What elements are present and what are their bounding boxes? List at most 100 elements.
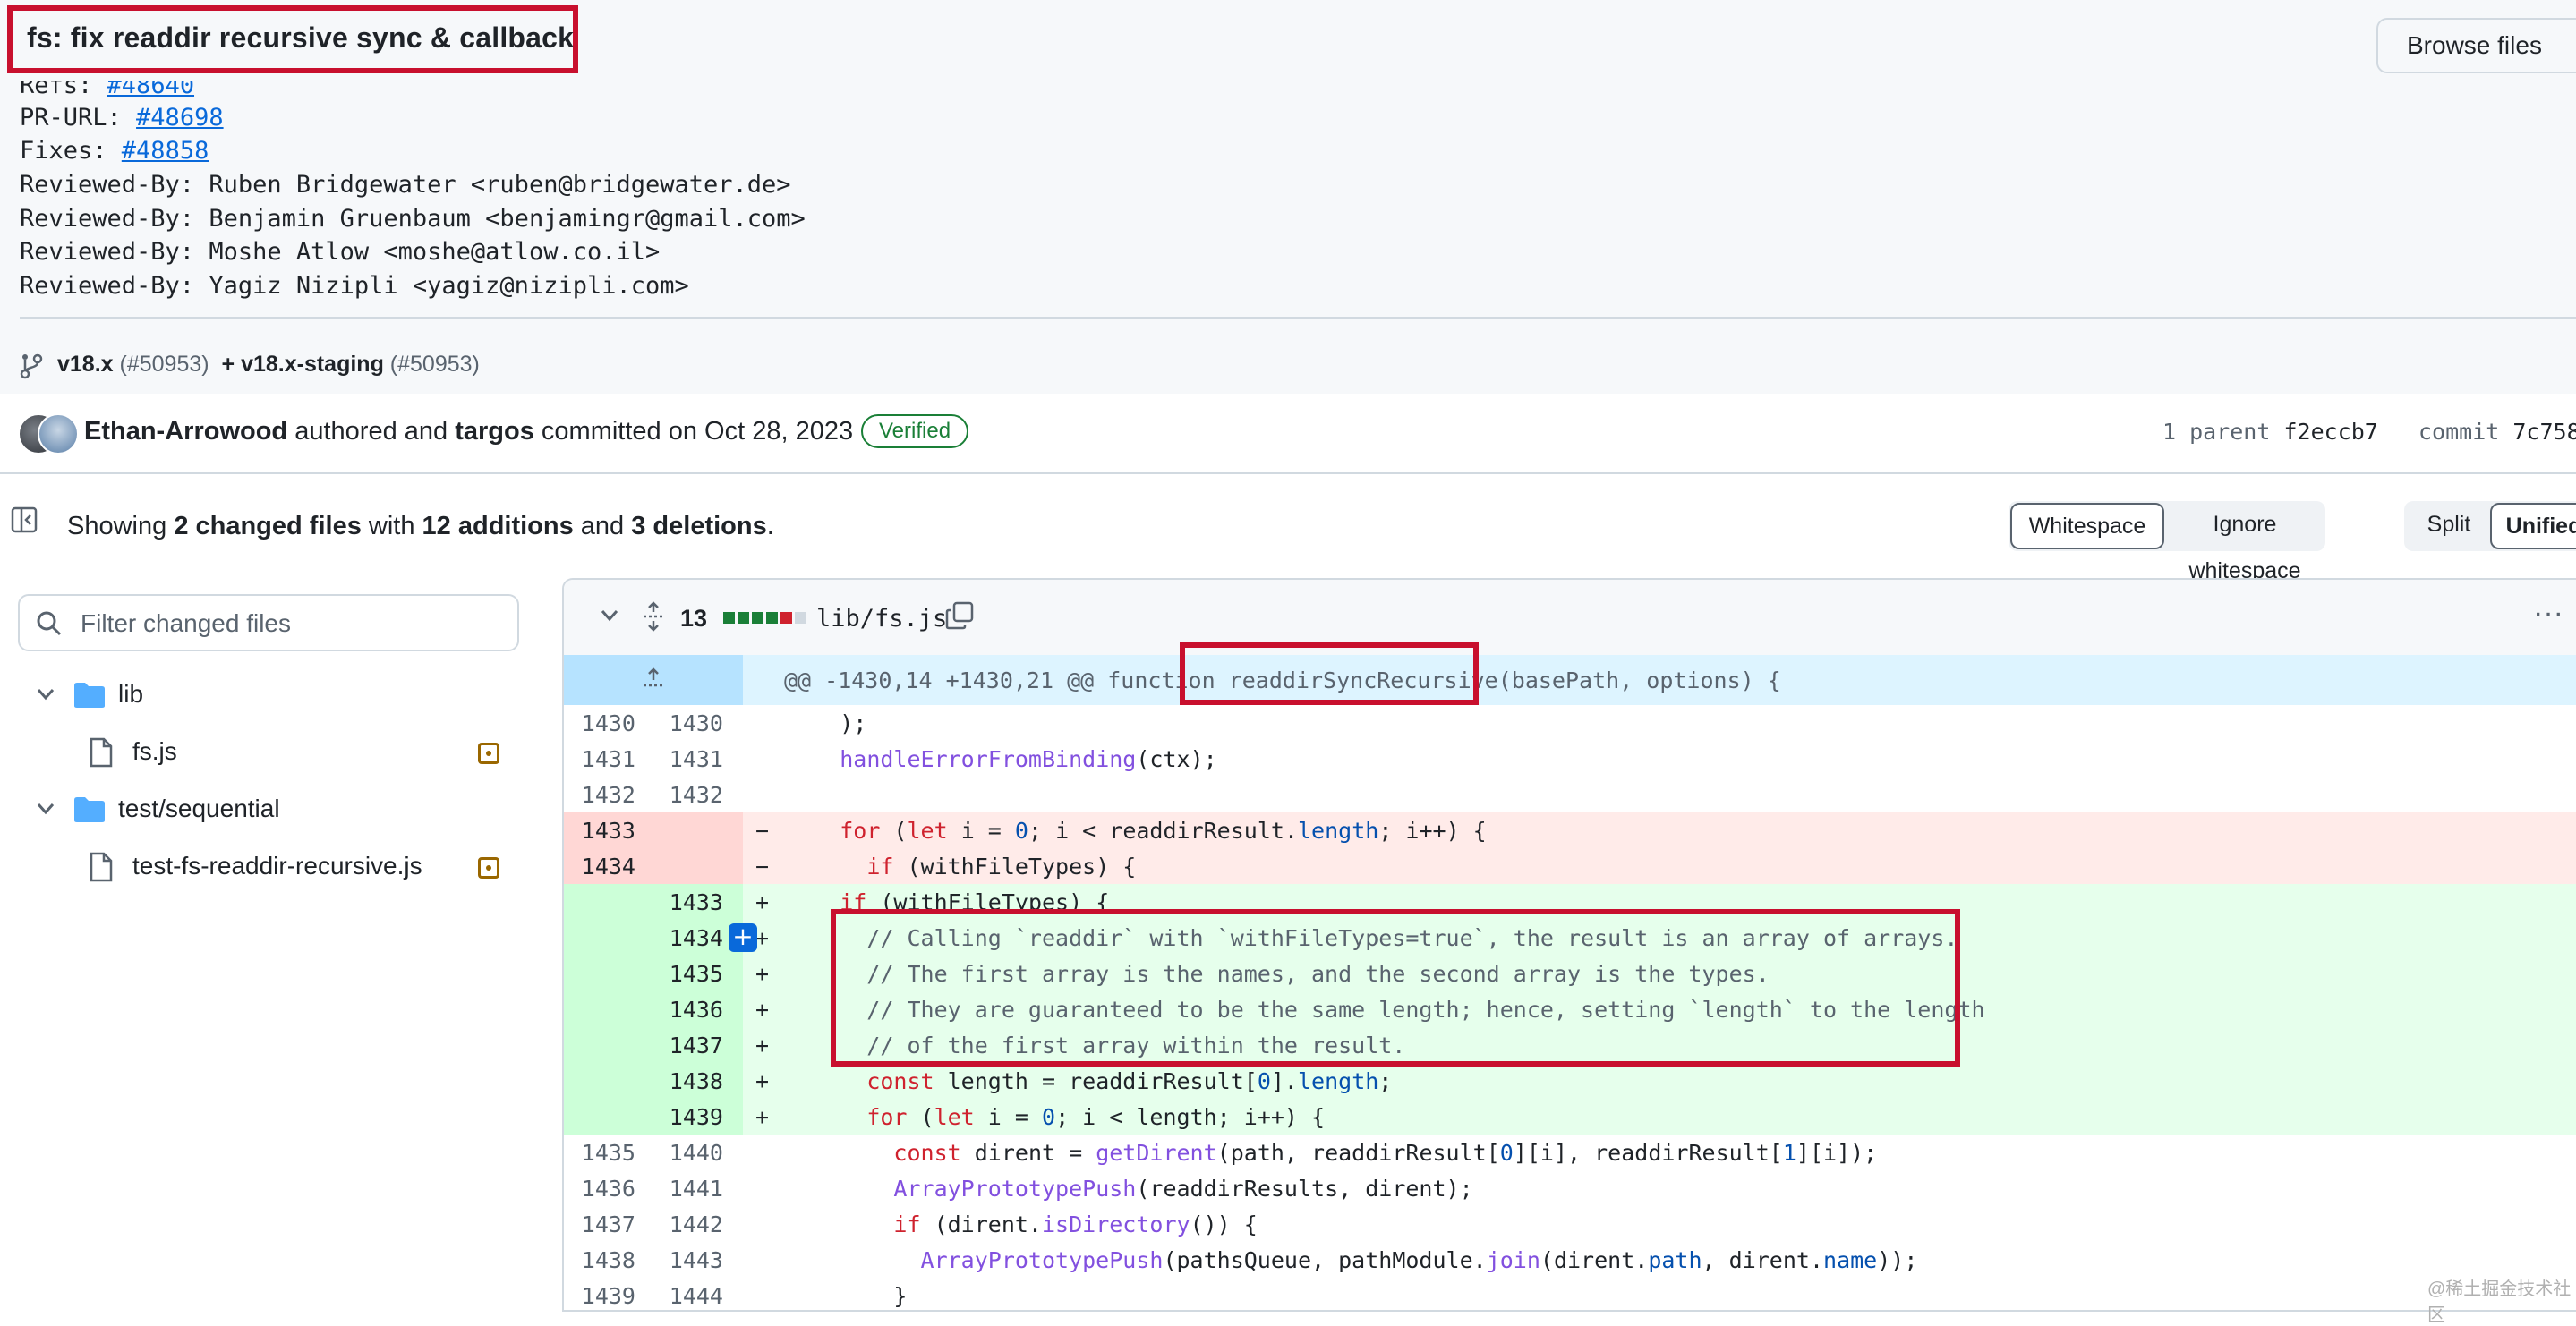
new-line-number[interactable]: 1437 — [652, 1033, 723, 1058]
branch-link[interactable]: v18.x — [57, 352, 114, 377]
folder-name: lib — [118, 680, 144, 708]
diff-line-deletion: 1434 − if (withFileTypes) { — [564, 848, 2576, 884]
addition-marker: + — [755, 961, 770, 987]
refs-link[interactable]: #48640 — [107, 81, 195, 99]
tree-file-test-fs-readdir-recursive[interactable]: test-fs-readdir-recursive.js — [27, 850, 510, 886]
addition-marker: + — [755, 1033, 770, 1058]
file-icon — [90, 852, 113, 882]
old-line-number[interactable]: 1434 — [564, 854, 635, 880]
addition-marker: + — [755, 1104, 770, 1130]
filter-files-input[interactable] — [79, 605, 512, 642]
addition-marker: + — [755, 1068, 770, 1094]
modified-file-icon — [478, 857, 499, 879]
old-line-number[interactable]: 1435 — [564, 1140, 635, 1166]
diffstat-add — [723, 612, 735, 624]
search-icon — [37, 611, 62, 636]
branch-list: v18.x (#50953) + v18.x-staging (#50953) — [57, 352, 480, 377]
new-line-number[interactable]: 1439 — [652, 1104, 723, 1130]
unified-view-button[interactable]: Unified — [2490, 503, 2576, 549]
fixes-link[interactable]: #48858 — [122, 137, 209, 165]
diffstat-neutral — [795, 612, 806, 624]
parent-sha-link[interactable]: f2eccb7 — [2283, 419, 2377, 445]
branch-link[interactable]: v18.x-staging — [241, 352, 384, 377]
watermark: @稀土掘金技术社区 — [2427, 1279, 2572, 1325]
changes-count: 13 — [680, 605, 708, 632]
message-line-reviewer: Reviewed-By: Ruben Bridgewater <ruben@br… — [20, 171, 791, 199]
file-icon — [90, 737, 113, 768]
author-line: Ethan-Arrowood authored and targos commi… — [84, 417, 854, 446]
old-line-number[interactable]: 1436 — [564, 1176, 635, 1202]
new-line-number[interactable]: 1440 — [652, 1140, 723, 1166]
message-line-fixes: Fixes: #48858 — [20, 137, 209, 165]
deletion-marker: − — [755, 854, 770, 880]
expand-up-icon[interactable] — [641, 667, 666, 691]
commit-title: fs: fix readdir recursive sync & callbac… — [27, 21, 575, 54]
diff-line-addition: 1438 + const length = readdirResult[0].le… — [564, 1063, 2576, 1099]
new-line-number[interactable]: 1431 — [652, 746, 723, 772]
old-line-number[interactable]: 1433 — [564, 818, 635, 844]
new-line-number[interactable]: 1435 — [652, 961, 723, 987]
new-line-number[interactable]: 1434 — [652, 925, 723, 951]
copy-icon[interactable] — [945, 601, 974, 630]
old-line-number[interactable]: 1439 — [564, 1283, 635, 1309]
verified-badge[interactable]: Verified — [861, 414, 969, 448]
more-options-icon[interactable]: ··· — [2533, 596, 2563, 631]
new-line-number[interactable]: 1442 — [652, 1211, 723, 1237]
old-line-number[interactable]: 1437 — [564, 1211, 635, 1237]
author-link[interactable]: Ethan-Arrowood — [84, 417, 287, 446]
function-highlight-box — [1180, 642, 1479, 705]
tree-folder-test-sequential[interactable]: test/sequential — [27, 793, 510, 829]
chevron-down-icon[interactable] — [600, 608, 619, 623]
addition-marker: + — [755, 925, 770, 951]
code-line: ArrayPrototypePush(readdirResults, diren… — [893, 1176, 1473, 1202]
deletion-marker: − — [755, 818, 770, 844]
code-line: for (let i = 0; i < length; i++) { — [866, 1104, 1326, 1130]
diffstat-add — [738, 612, 749, 624]
browse-files-button[interactable]: Browse files — [2376, 18, 2576, 73]
new-line-number[interactable]: 1433 — [652, 889, 723, 915]
new-line-number[interactable]: 1438 — [652, 1068, 723, 1094]
new-line-number[interactable]: 1436 — [652, 997, 723, 1023]
whitespace-button[interactable]: Whitespace — [2010, 503, 2164, 549]
new-line-number[interactable]: 1444 — [652, 1283, 723, 1309]
pr-url-link[interactable]: #48698 — [136, 104, 224, 132]
new-line-number[interactable]: 1430 — [652, 710, 723, 736]
new-line-number[interactable]: 1432 — [652, 782, 723, 808]
comment-highlight-box — [831, 909, 1960, 1067]
expand-all-icon[interactable] — [641, 601, 666, 632]
message-line-reviewer: Reviewed-By: Yagiz Nizipli <yagiz@nizipl… — [20, 272, 689, 300]
diff-line-context: 1439 1444 } — [564, 1278, 2576, 1310]
diff-line-context: 1430 1430 ); — [564, 705, 2576, 741]
message-line-reviewer: Reviewed-By: Moshe Atlow <moshe@atlow.co… — [20, 238, 661, 266]
tree-file-fs-js[interactable]: fs.js — [27, 735, 510, 771]
committer-link[interactable]: targos — [455, 417, 534, 446]
diff-line-context: 1438 1443 ArrayPrototypePush(pathsQueue, … — [564, 1242, 2576, 1278]
code-line: ArrayPrototypePush(pathsQueue, pathModul… — [920, 1247, 1918, 1273]
parent-commit-info: 1 parent f2eccb7 commit 7c758f6 — [2162, 419, 2576, 445]
code-line: const dirent = getDirent(path, readdirRe… — [893, 1140, 1878, 1166]
old-line-number[interactable]: 1438 — [564, 1247, 635, 1273]
new-line-number[interactable]: 1443 — [652, 1247, 723, 1273]
diffstat-add — [752, 612, 763, 624]
file-path[interactable]: lib/fs.js — [816, 605, 947, 633]
modified-file-icon — [478, 743, 499, 764]
file-tree-toggle-icon[interactable] — [11, 506, 38, 533]
ignore-whitespace-button[interactable]: Ignore whitespace — [2166, 501, 2324, 583]
old-line-number[interactable]: 1432 — [564, 782, 635, 808]
old-line-number[interactable]: 1431 — [564, 746, 635, 772]
tree-folder-lib[interactable]: lib — [27, 678, 510, 714]
split-view-button[interactable]: Split — [2406, 501, 2492, 551]
diff-line-context: 1436 1441 ArrayPrototypePush(readdirResul… — [564, 1170, 2576, 1206]
code-line: const length = readdirResult[0].length; — [866, 1068, 1393, 1094]
diff-line-deletion: 1433 − for (let i = 0; i < readdirResult.… — [564, 812, 2576, 848]
avatar[interactable] — [38, 413, 79, 455]
file-name: test-fs-readdir-recursive.js — [132, 852, 422, 880]
code-line: handleErrorFromBinding(ctx); — [840, 746, 1217, 772]
folder-icon — [74, 797, 105, 822]
hunk-expand-gutter[interactable] — [564, 655, 743, 705]
filter-files-box — [18, 594, 519, 651]
add-comment-button[interactable]: + — [729, 923, 757, 952]
old-line-number[interactable]: 1430 — [564, 710, 635, 736]
new-line-number[interactable]: 1441 — [652, 1176, 723, 1202]
addition-marker: + — [755, 997, 770, 1023]
